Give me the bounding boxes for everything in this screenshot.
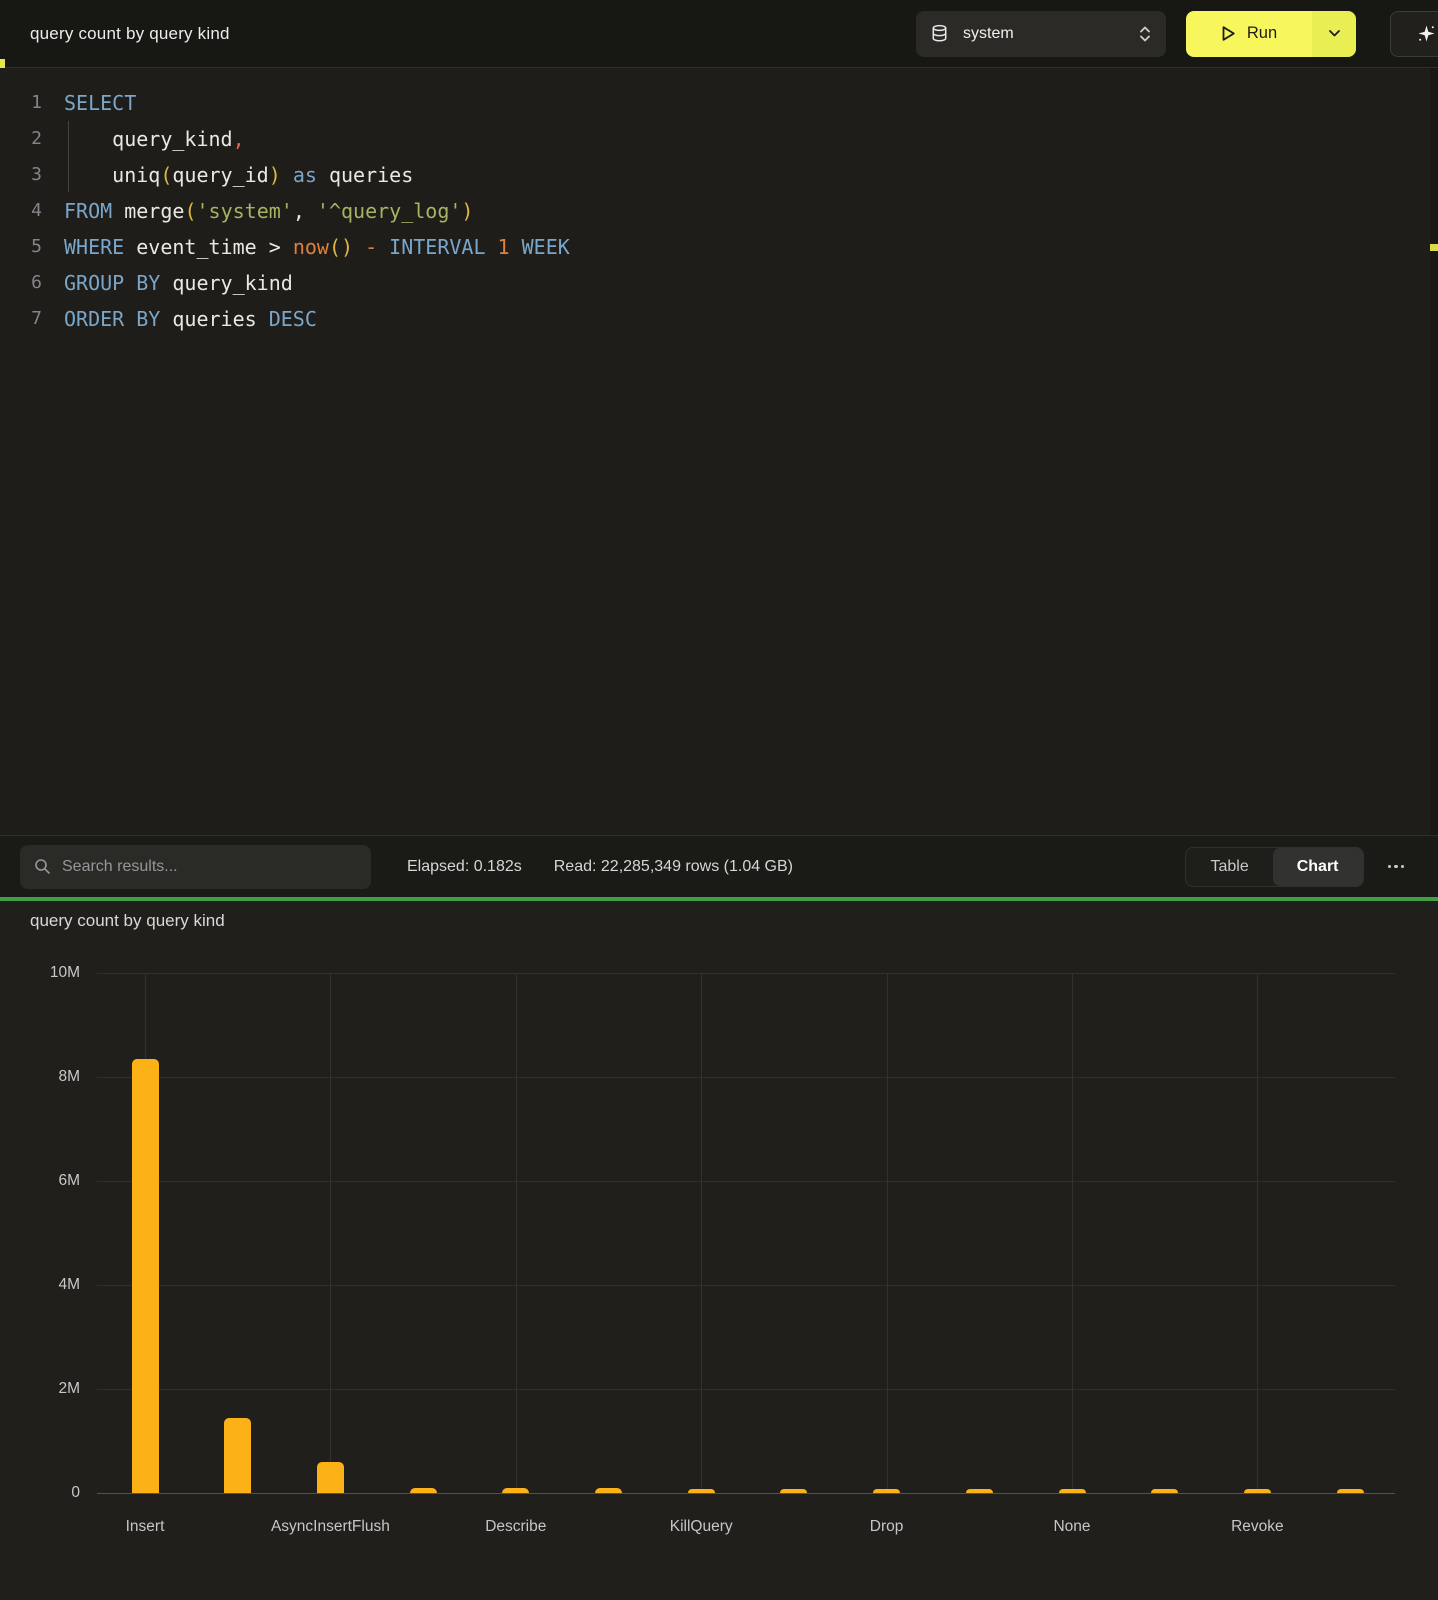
query-topbar: query count by query kind system [0,0,1438,68]
chart-bar[interactable] [224,1418,251,1493]
vertical-gridline [330,973,331,1493]
x-axis-line [97,1493,1395,1494]
x-axis-tick-label: AsyncInsertFlush [240,1518,420,1536]
sparkle-icon [1417,24,1436,43]
code-line[interactable]: 7ORDER BY queries DESC [0,301,1438,337]
y-axis-tick-label: 0 [20,1484,80,1502]
search-icon [34,858,51,875]
chart-bar[interactable] [595,1488,622,1493]
y-axis-tick-label: 6M [20,1172,80,1190]
editor-scrollbar[interactable] [1430,68,1438,835]
overview-ruler-mark [1430,244,1438,251]
vertical-gridline [887,973,888,1493]
more-options-button[interactable] [1384,857,1409,877]
indent-guide [68,121,69,192]
play-icon [1221,25,1236,42]
chart-bar[interactable] [688,1489,715,1493]
chart-bar[interactable] [873,1489,900,1493]
chart-bar[interactable] [410,1488,437,1493]
run-button[interactable]: Run [1186,11,1312,57]
chart-bar[interactable] [1059,1489,1086,1493]
database-selector[interactable]: system [916,11,1166,57]
chart-bar[interactable] [780,1489,807,1493]
chart-bar[interactable] [1151,1489,1178,1493]
chevron-down-icon [1328,29,1341,38]
y-axis-tick-label: 10M [20,964,80,982]
elapsed-stat: Elapsed: 0.182s [407,858,522,876]
run-options-button[interactable] [1312,11,1356,57]
x-axis-tick-label: None [982,1518,1162,1536]
code-line[interactable]: 1SELECT [0,85,1438,121]
horizontal-gridline [97,1181,1395,1182]
search-box [20,845,371,889]
code-lines: 1SELECT2 query_kind,3 uniq(query_id) as … [0,85,1438,337]
horizontal-gridline [97,1389,1395,1390]
view-toggle: Table Chart [1185,847,1363,887]
line-number: 3 [0,157,42,193]
vertical-gridline [701,973,702,1493]
database-selector-value: system [963,25,1014,43]
code-line[interactable]: 4FROM merge('system', '^query_log') [0,193,1438,229]
code-line[interactable]: 6GROUP BY query_kind [0,265,1438,301]
chart-bar[interactable] [317,1462,344,1493]
y-axis-tick-label: 2M [20,1380,80,1398]
ai-assistant-button[interactable] [1390,11,1438,57]
horizontal-gridline [97,1285,1395,1286]
chart-bar[interactable] [966,1489,993,1493]
chart-panel: query count by query kind 0 2M 4M 6M 8M 10M In… [0,901,1438,1600]
table-view-button[interactable]: Table [1186,848,1272,886]
y-axis-tick-label: 8M [20,1068,80,1086]
topbar-controls: system Run [916,11,1438,57]
x-axis-tick-label: KillQuery [611,1518,791,1536]
chart-bar[interactable] [132,1059,159,1493]
database-icon [930,24,949,43]
vertical-gridline [516,973,517,1493]
line-number: 7 [0,301,42,337]
vertical-gridline [1257,973,1258,1493]
results-toolbar: Elapsed: 0.182s Read: 22,285,349 rows (1… [0,835,1438,897]
code-line[interactable]: 3 uniq(query_id) as queries [0,157,1438,193]
query-title: query count by query kind [30,24,230,44]
up-down-chevron-icon [1138,24,1152,44]
read-stat: Read: 22,285,349 rows (1.04 GB) [554,858,793,876]
line-number: 4 [0,193,42,229]
chart-bar[interactable] [1337,1489,1364,1493]
ellipsis-icon [1388,865,1392,869]
run-button-group: Run [1186,11,1356,57]
horizontal-gridline [97,973,1395,974]
y-axis-tick-label: 4M [20,1276,80,1294]
line-number: 5 [0,229,42,265]
horizontal-gridline [97,1077,1395,1078]
line-number: 6 [0,265,42,301]
search-results-input[interactable] [62,858,357,876]
code-line[interactable]: 5WHERE event_time > now() - INTERVAL 1 W… [0,229,1438,265]
x-axis-tick-label: Describe [426,1518,606,1536]
chart-view-button[interactable]: Chart [1273,848,1363,886]
line-number: 1 [0,85,42,121]
code-line[interactable]: 2 query_kind, [0,121,1438,157]
line-number: 2 [0,121,42,157]
vertical-gridline [1072,973,1073,1493]
x-axis-tick-label: Revoke [1167,1518,1347,1536]
chart-bar[interactable] [502,1488,529,1493]
x-axis-tick-label: Drop [797,1518,977,1536]
chart-bar[interactable] [1244,1489,1271,1493]
run-button-label: Run [1247,24,1277,43]
chart-title: query count by query kind [30,911,225,931]
sql-editor[interactable]: 1SELECT2 query_kind,3 uniq(query_id) as … [0,68,1438,835]
x-axis-tick-label: Insert [55,1518,235,1536]
